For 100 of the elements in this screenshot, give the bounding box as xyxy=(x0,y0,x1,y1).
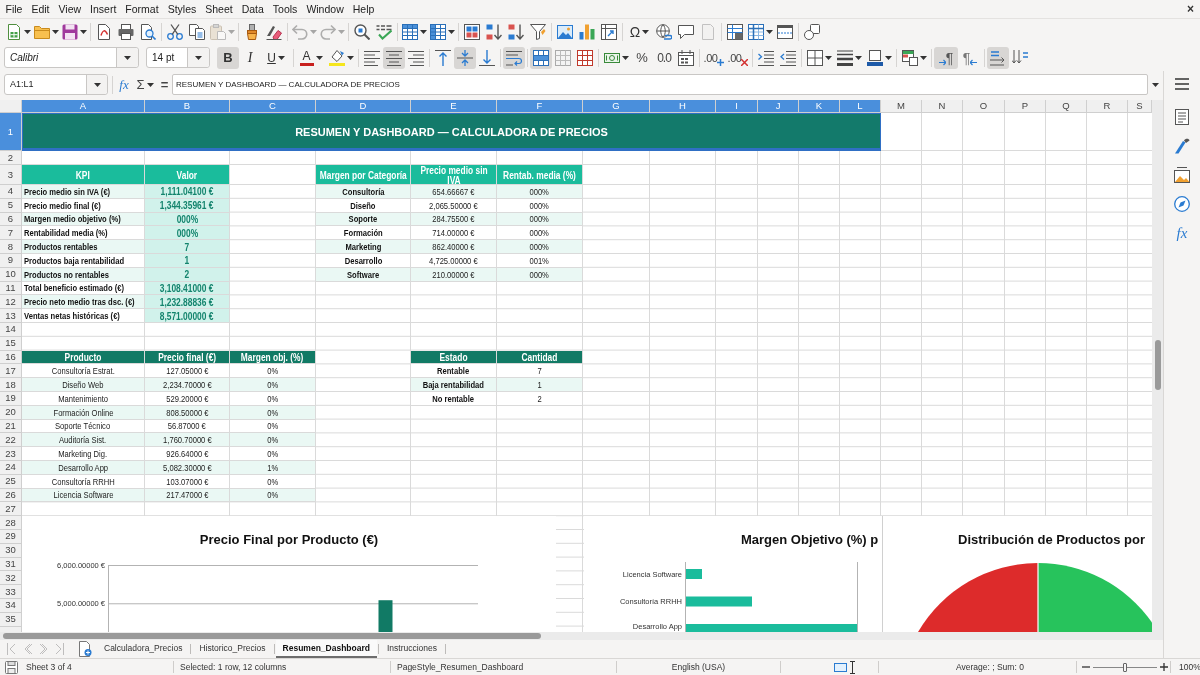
slider-thumb[interactable] xyxy=(1123,662,1127,672)
search-icon xyxy=(354,23,370,40)
arrow-icon xyxy=(970,58,978,66)
menu-item[interactable]: View xyxy=(54,0,86,18)
menu-item[interactable]: File xyxy=(1,0,27,18)
wrap-text-button[interactable] xyxy=(503,46,525,69)
special-character-button[interactable]: Ω xyxy=(625,19,653,44)
row-header[interactable]: 18 xyxy=(0,378,22,392)
function-wizard-button[interactable]: fx xyxy=(115,74,133,95)
row-header[interactable]: 17 xyxy=(0,364,22,379)
sheet-tab[interactable]: Resumen_Dashboard xyxy=(275,640,377,658)
column-header[interactable]: O xyxy=(963,100,1005,113)
menu-item[interactable]: Format xyxy=(120,0,164,18)
left-to-right-button[interactable]: ¶ xyxy=(934,46,958,69)
menu-item[interactable]: Styles xyxy=(163,0,201,18)
zoom-slider[interactable] xyxy=(1093,662,1157,672)
row-header[interactable]: 4 xyxy=(0,185,22,199)
merge-center-button[interactable] xyxy=(530,46,552,69)
add-decimal-button[interactable]: .00 xyxy=(702,46,726,69)
font-name-field[interactable]: Calibri xyxy=(4,47,139,68)
vertical-scrollbar[interactable] xyxy=(1152,100,1163,632)
row-header[interactable]: 32 xyxy=(0,571,22,586)
image-icon xyxy=(557,23,573,40)
font-color-button[interactable]: A xyxy=(296,46,326,69)
menu-item[interactable]: Insert xyxy=(85,0,121,18)
caret-icon xyxy=(124,55,131,60)
zoom-out-button[interactable] xyxy=(1082,663,1090,671)
table-cell: Precio neto medio tras dsc. (€) xyxy=(22,295,145,310)
sheet-tab[interactable]: Instrucciones xyxy=(379,640,445,658)
horizontal-scrollbar[interactable] xyxy=(0,632,1163,640)
align-middle-button[interactable] xyxy=(454,46,476,69)
align-middle-icon xyxy=(457,49,473,66)
dropdown-button[interactable] xyxy=(86,75,107,94)
speech-bubble-icon xyxy=(678,23,694,40)
column-header[interactable]: R xyxy=(1087,100,1128,113)
plus-icon xyxy=(717,58,725,66)
row-header[interactable]: 28 xyxy=(0,516,22,530)
row-header[interactable]: 27 xyxy=(0,502,22,517)
row-header[interactable]: 2 xyxy=(0,151,22,165)
column-header[interactable]: M xyxy=(881,100,922,113)
language-text: English (USA) xyxy=(671,660,726,674)
equals-button[interactable]: = xyxy=(157,74,172,95)
row-header[interactable]: 12 xyxy=(0,295,22,310)
underline-button[interactable]: U xyxy=(261,46,291,69)
menu-item[interactable]: Window xyxy=(301,0,349,18)
table-cell: Marketing xyxy=(316,240,411,254)
row-header[interactable]: 22 xyxy=(0,433,22,448)
column-header[interactable]: S xyxy=(1128,100,1152,113)
column-header[interactable]: P xyxy=(1005,100,1046,113)
scrollbar-thumb[interactable] xyxy=(3,633,541,639)
font-size-field[interactable]: 14 pt xyxy=(146,47,210,68)
row-header[interactable]: 13 xyxy=(0,309,22,323)
scrollbar-thumb[interactable] xyxy=(1155,340,1161,390)
column-header[interactable]: Q xyxy=(1046,100,1087,113)
name-box-field[interactable]: A1:L1 xyxy=(4,74,108,95)
checkmark-icon xyxy=(376,23,392,40)
row-header[interactable]: 23 xyxy=(0,447,22,461)
dropdown-button[interactable] xyxy=(187,48,209,67)
page-style-text: PageStyle_Resumen_Dashboard xyxy=(397,660,524,674)
delete-decimal-button[interactable]: .00 xyxy=(726,46,750,69)
frame-bar-icon xyxy=(866,49,883,66)
row-header[interactable]: 8 xyxy=(0,240,22,254)
table-header-cell: KPI xyxy=(22,165,145,185)
caret-icon xyxy=(346,55,354,60)
number-format-button[interactable]: 0.0 xyxy=(653,46,675,69)
menu-item[interactable]: Help xyxy=(348,0,379,18)
italic-button[interactable]: I xyxy=(239,46,261,69)
formula-input-field[interactable]: RESUMEN Y DASHBOARD — CALCULADORA DE PRECIOS xyxy=(172,74,1148,95)
caret-icon xyxy=(448,29,455,34)
bold-button[interactable]: B xyxy=(217,46,239,69)
percent-format-button[interactable]: % xyxy=(631,46,653,69)
menu-item[interactable]: Tools xyxy=(268,0,302,18)
functions-button[interactable]: fx xyxy=(1169,220,1195,246)
row-header[interactable]: 7 xyxy=(0,226,22,241)
image-icon xyxy=(1174,167,1190,183)
column-header[interactable]: N xyxy=(922,100,963,113)
window-icon xyxy=(777,23,793,40)
dropdown-button[interactable] xyxy=(116,48,138,67)
sum-button[interactable]: Σ xyxy=(133,74,157,95)
sheet-tab[interactable]: Calculadora_Precios xyxy=(97,640,190,658)
table-cell: 0% xyxy=(230,433,316,448)
text-direction-button[interactable] xyxy=(987,46,1009,69)
table-cell: 7 xyxy=(145,240,230,254)
row-header[interactable]: 33 xyxy=(0,585,22,599)
folder-icon xyxy=(34,23,50,40)
align-center-button[interactable] xyxy=(383,46,405,69)
table-cell: 127.05000 € xyxy=(145,364,230,379)
row-header[interactable]: 3 xyxy=(0,165,22,185)
zoom-in-button[interactable] xyxy=(1160,663,1168,671)
sheet-tab[interactable]: Historico_Precios xyxy=(192,640,273,658)
menu-item[interactable]: Edit xyxy=(26,0,54,18)
close-button[interactable]: × xyxy=(1184,1,1197,17)
copy-icon xyxy=(189,23,205,40)
caret-icon xyxy=(93,82,101,87)
menu-item[interactable]: Sheet xyxy=(200,0,238,18)
eraser-icon xyxy=(266,23,282,40)
add-sheet-button[interactable] xyxy=(76,641,94,657)
caret-icon xyxy=(824,55,832,60)
right-to-left-button[interactable]: ¶ xyxy=(958,46,982,69)
menu-item[interactable]: Data xyxy=(237,0,269,18)
